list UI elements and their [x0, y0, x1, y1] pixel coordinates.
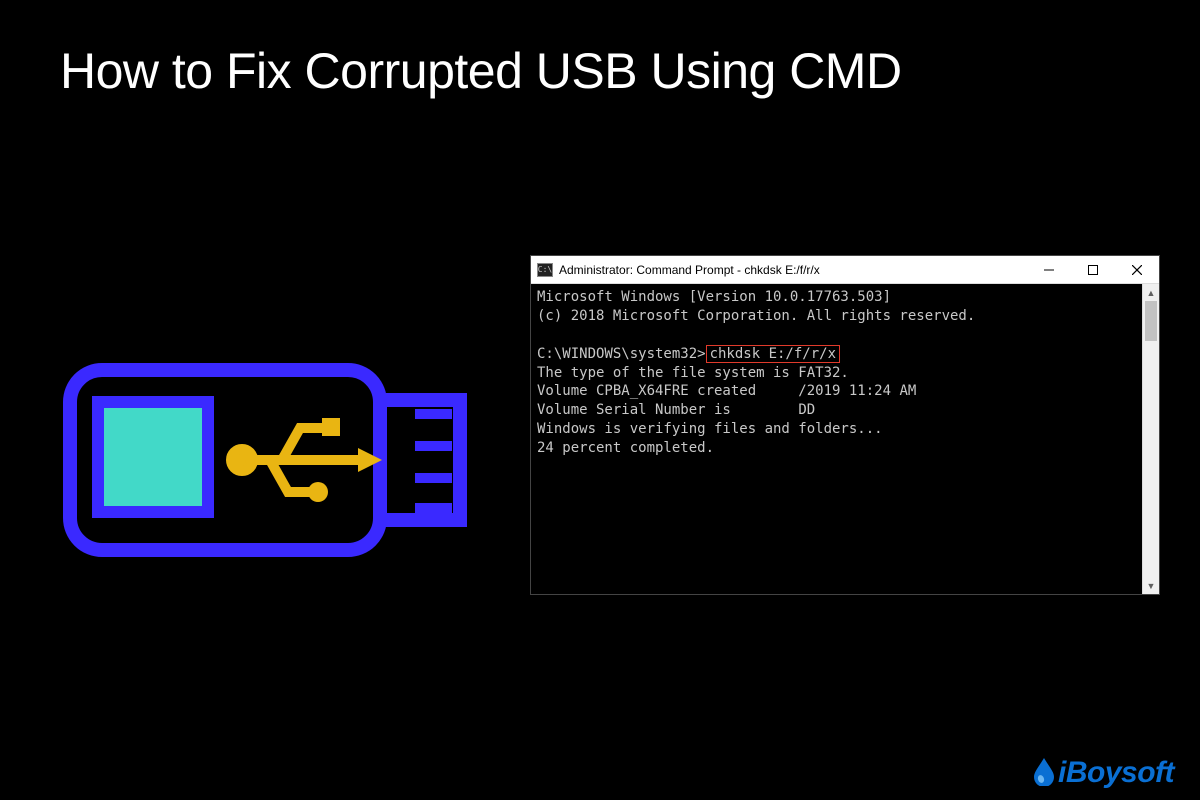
cmd-prompt: C:\WINDOWS\system32> — [537, 346, 706, 362]
minimize-button[interactable] — [1027, 256, 1071, 283]
window-title-text: Administrator: Command Prompt - chkdsk E… — [559, 263, 1027, 277]
cmd-output-line: 24 percent completed. — [537, 440, 714, 456]
cmd-app-icon: C:\ — [537, 263, 553, 277]
brand-logo: iBoysoft — [1032, 756, 1174, 790]
cmd-line-version: Microsoft Windows [Version 10.0.17763.50… — [537, 289, 891, 305]
logo-text: iBoysoft — [1058, 756, 1174, 790]
close-button[interactable] — [1115, 256, 1159, 283]
scrollbar[interactable]: ▲ ▼ — [1142, 284, 1159, 594]
cmd-output-line: DD — [798, 402, 815, 418]
scroll-down-icon[interactable]: ▼ — [1143, 577, 1159, 594]
page-title: How to Fix Corrupted USB Using CMD — [60, 42, 902, 101]
cmd-output-line: Windows is verifying files and folders..… — [537, 421, 883, 437]
cmd-output-line: Volume CPBA_X64FRE created — [537, 383, 765, 399]
logo-drop-icon — [1032, 756, 1056, 786]
cmd-output-line: The type of the file system is FAT32. — [537, 365, 849, 381]
command-prompt-window: C:\ Administrator: Command Prompt - chkd… — [530, 255, 1160, 595]
cmd-line-copyright: (c) 2018 Microsoft Corporation. All righ… — [537, 308, 975, 324]
cmd-output-line: Volume Serial Number is — [537, 402, 739, 418]
usb-drive-icon — [60, 350, 470, 570]
scrollbar-thumb[interactable] — [1145, 301, 1157, 341]
terminal-output[interactable]: Microsoft Windows [Version 10.0.17763.50… — [531, 284, 1142, 594]
scroll-up-icon[interactable]: ▲ — [1143, 284, 1159, 301]
cmd-output-line: /2019 11:24 AM — [798, 383, 916, 399]
highlighted-command: chkdsk E:/f/r/x — [706, 345, 840, 364]
window-titlebar[interactable]: C:\ Administrator: Command Prompt - chkd… — [531, 256, 1159, 284]
maximize-button[interactable] — [1071, 256, 1115, 283]
